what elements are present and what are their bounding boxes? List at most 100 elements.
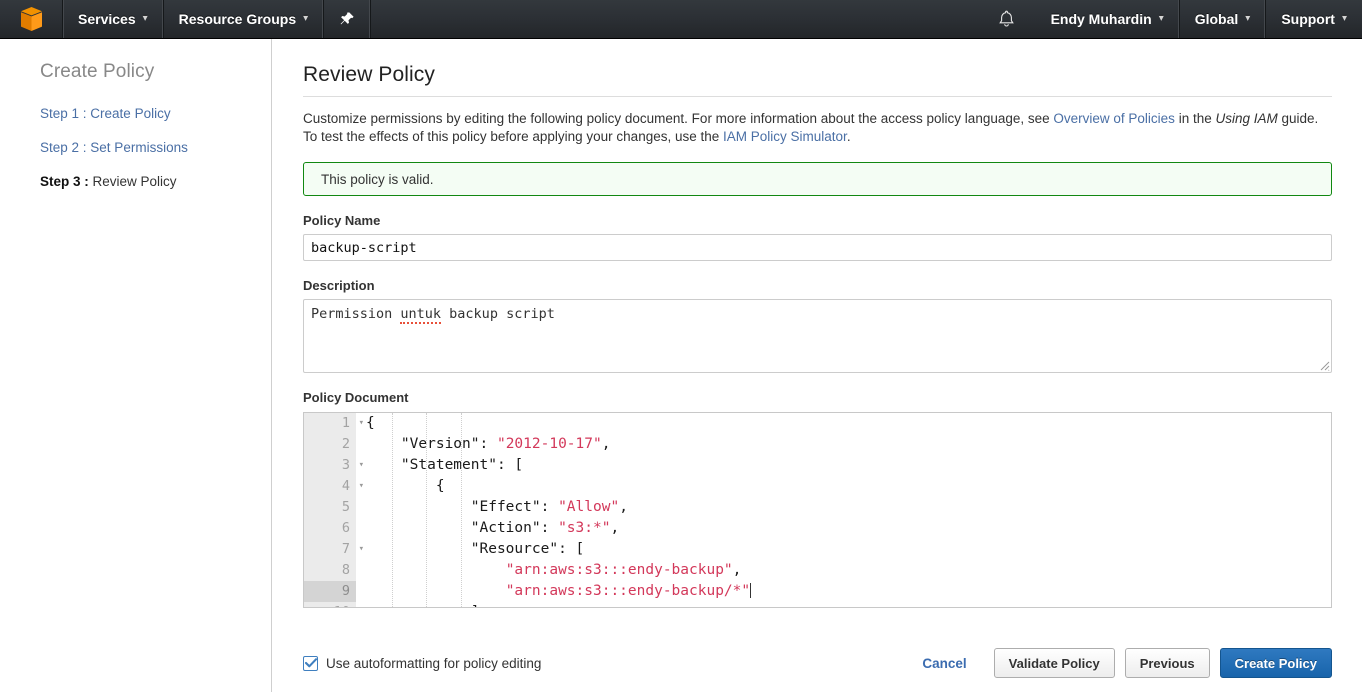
sidebar-step-1-label: Create Policy [86,106,171,121]
code-tail: , [732,562,742,578]
gutter-line-active[interactable]: 9 [304,581,356,602]
code-tail: [ [514,457,524,473]
nav-resource-groups-menu[interactable]: Resource Groups ▾ [164,0,325,38]
chevron-down-icon: ▾ [303,13,309,24]
code-line-active: "arn:aws:s3:::endy-backup/*" [366,581,1331,602]
code-tail: , [601,436,611,452]
page-title: Review Policy [303,63,436,86]
sidebar-step-1-number: Step 1 : [40,106,87,121]
indent-guide [392,413,393,607]
gutter-line[interactable]: 5 [304,497,356,518]
editor-gutter: 1▾ 2 3▾ 4▾ 5 6 7▾ 8 9 10 [304,413,364,607]
gutter-line-number: 5 [341,499,350,515]
indent-guide [461,413,462,607]
previous-button[interactable]: Previous [1124,648,1210,678]
gutter-line-number: 8 [341,562,350,578]
code-tail: [ [575,541,585,557]
code-string: "arn:aws:s3:::endy-backup/*" [505,583,751,599]
validation-banner: This policy is valid. [303,162,1332,196]
sidebar-step-3-number: Step 3 : [40,174,89,189]
autoformat-label[interactable]: Use autoformatting for policy editing [326,656,541,671]
code-string: "s3:*" [558,520,611,536]
iam-policy-simulator-link[interactable]: IAM Policy Simulator [723,129,847,144]
chevron-down-icon: ▾ [1158,13,1164,24]
code-sep: : [558,541,576,557]
sidebar-step-3-label: Review Policy [88,174,177,189]
nav-resource-groups-label: Resource Groups [178,11,297,27]
gutter-line-number: 10 [334,604,350,607]
validate-policy-button[interactable]: Validate Policy [993,648,1115,678]
description-misspelled-word: untuk [400,306,442,324]
description-text-pre: Permission [311,306,401,322]
code-key: "Effect" [470,499,541,515]
sidebar-step-2-label: Set Permissions [86,140,188,155]
autoformat-row[interactable]: Use autoformatting for policy editing [303,655,541,671]
gutter-line-number: 3 [341,457,350,473]
chevron-down-icon: ▾ [1245,13,1251,24]
gutter-line[interactable]: 1 ▾ [304,413,364,434]
code-tail: , [610,520,620,536]
gutter-line[interactable]: 2 [304,434,356,455]
nav-user-menu[interactable]: Endy Muhardin ▾ [1036,0,1180,38]
code-line: "Effect": "Allow", [366,497,1331,518]
gutter-line-number: 4 [341,478,350,494]
gutter-line[interactable]: 10 [304,602,356,607]
gutter-line[interactable]: 7 ▾ [304,539,364,560]
title-divider [303,96,1332,97]
nav-region-menu[interactable]: Global ▾ [1180,0,1267,38]
bell-icon [999,10,1014,27]
gutter-line[interactable]: 8 [304,560,356,581]
nav-support-label: Support [1281,11,1335,27]
editor-code-area[interactable]: { "Version": "2012-10-17", "Statement": … [356,413,1331,607]
create-policy-button[interactable]: Create Policy [1219,648,1332,678]
top-navbar: Services ▾ Resource Groups ▾ Endy Muhard… [0,0,1362,39]
nav-region-label: Global [1194,11,1239,27]
code-key: "Resource" [470,541,559,557]
code-line: "Version": "2012-10-17", [366,434,1331,455]
policy-name-input[interactable] [303,234,1332,261]
sidebar-step-1[interactable]: Step 1 : Create Policy [40,106,271,121]
chevron-down-icon: ▾ [1341,13,1347,24]
wizard-sidebar: Create Policy Step 1 : Create Policy Ste… [0,39,272,692]
intro-text-2: in the [1174,111,1216,126]
notifications-button[interactable] [978,0,1036,38]
nav-pin-button[interactable] [324,0,372,38]
cancel-link[interactable]: Cancel [922,656,966,671]
description-text-post: backup script [441,306,555,322]
gutter-line-number: 7 [341,541,350,557]
wizard-footer: Use autoformatting for policy editing Ca… [273,634,1362,692]
code-key: "Statement" [400,457,497,473]
checkmark-icon [304,658,317,668]
code-line: "arn:aws:s3:::endy-backup", [366,560,1331,581]
nav-services-menu[interactable]: Services ▾ [62,0,164,38]
sidebar-step-3: Step 3 : Review Policy [40,174,271,189]
gutter-line[interactable]: 3 ▾ [304,455,364,476]
policy-document-label: Policy Document [303,390,409,405]
sidebar-step-2-number: Step 2 : [40,140,87,155]
chevron-down-icon: ▾ [142,13,148,24]
policy-document-editor[interactable]: 1▾ 2 3▾ 4▾ 5 6 7▾ 8 9 10 { "Version": "2… [303,412,1332,608]
code-sep: : [479,436,497,452]
autoformat-checkbox[interactable] [303,655,318,671]
code-string: "Allow" [558,499,620,515]
overview-of-policies-link[interactable]: Overview of Policies [1053,111,1175,126]
code-sep: : [540,499,559,515]
sidebar-step-2[interactable]: Step 2 : Set Permissions [40,140,271,155]
code-line: "Resource": [ [366,539,1331,560]
pushpin-icon [340,12,354,25]
code-tail: , [619,499,628,515]
aws-logo-link[interactable] [0,0,62,38]
intro-text-4: . [846,129,851,144]
gutter-line-number: 2 [341,436,350,452]
nav-support-menu[interactable]: Support ▾ [1266,0,1362,38]
indent-guide [426,413,427,607]
code-text: { [366,478,445,494]
code-line: "Statement": [ [366,455,1331,476]
gutter-line[interactable]: 6 [304,518,356,539]
code-line: { [366,476,1331,497]
gutter-line[interactable]: 4 ▾ [304,476,364,497]
description-textarea[interactable]: Permission untuk backup script [303,299,1332,373]
intro-text-1: Customize permissions by editing the fol… [303,111,1054,126]
main-content: Review Policy Customize permissions by e… [273,39,1362,692]
